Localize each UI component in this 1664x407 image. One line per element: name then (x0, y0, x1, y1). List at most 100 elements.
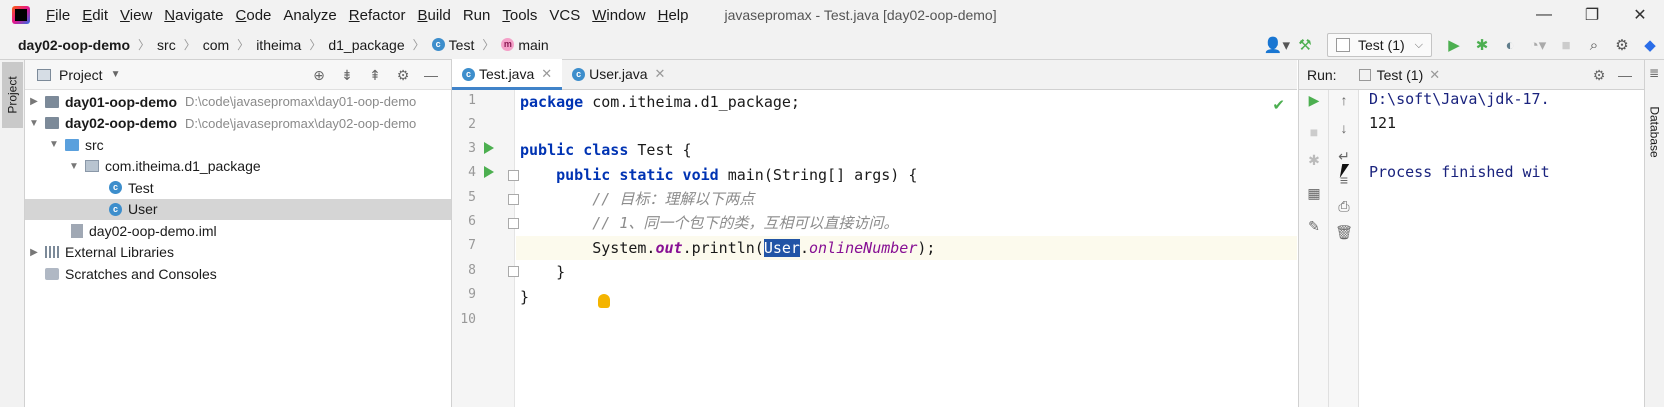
code-line: } (520, 263, 566, 281)
menu-navigate[interactable]: Navigate (158, 7, 229, 24)
tree-item-day02[interactable]: ▼ day02-oop-demo D:\code\javasepromax\da… (25, 113, 451, 135)
stop-icon[interactable]: ■ (1552, 31, 1580, 59)
tree-item-package[interactable]: ▼ com.itheima.d1_package (25, 156, 451, 178)
tree-item-scratches[interactable]: Scratches and Consoles (25, 263, 451, 285)
plugin-icon[interactable]: ◆ (1636, 31, 1664, 59)
menu-refactor[interactable]: Refactor (343, 7, 412, 24)
tab-test-java[interactable]: c Test.java ✕ (452, 59, 563, 90)
code-line: // 目标：理解以下两点 (520, 190, 755, 208)
chevron-down-icon[interactable]: ▼ (67, 161, 81, 172)
user-icon[interactable]: 👤▾ (1263, 31, 1291, 59)
tab-user-java[interactable]: c User.java ✕ (562, 59, 675, 89)
line-number: 10 (460, 312, 476, 327)
menu-help[interactable]: Help (652, 7, 695, 24)
menu-vcs[interactable]: VCS (543, 7, 586, 24)
menu-build[interactable]: Build (411, 7, 456, 24)
coverage-icon[interactable]: ◐ (1496, 31, 1524, 59)
menu-window[interactable]: Window (586, 7, 651, 24)
database-icon[interactable]: ≣ (1649, 66, 1659, 80)
method-icon: m (501, 38, 515, 51)
profile-icon[interactable]: ◔▾ (1524, 31, 1552, 59)
pin-icon[interactable]: ✎ (1299, 218, 1329, 235)
database-tool-tab[interactable]: Database (1645, 92, 1664, 172)
chevron-right-icon[interactable]: ▶ (27, 96, 41, 107)
debug-icon[interactable]: ✱ (1468, 31, 1496, 59)
menu-run[interactable]: Run (457, 7, 497, 24)
run-panel: Run: Test (1) ✕ ⚙ — ▶ ■ ✱ ▦ ✎ ↑ ↓ ↵ ≡ ⎙ … (1298, 60, 1644, 407)
run-gutter-icon[interactable] (484, 166, 494, 178)
run-tab[interactable]: Test (1) ✕ (1358, 66, 1440, 83)
tree-item-user[interactable]: c User (25, 198, 451, 220)
arrow-down-icon[interactable]: ↓ (1329, 120, 1359, 136)
chevron-right-icon: 〉 (138, 38, 151, 52)
tree-item-label: External Libraries (65, 244, 174, 261)
menu-analyze[interactable]: Analyze (277, 7, 342, 24)
menu-view[interactable]: View (114, 7, 158, 24)
restore-button[interactable]: ❐ (1568, 0, 1616, 30)
gear-icon[interactable]: ⚙ (389, 67, 417, 84)
breadcrumb-itheima[interactable]: itheima (254, 37, 304, 53)
run-configuration-select[interactable]: Test (1) ⌵ (1326, 33, 1432, 57)
menu-edit[interactable]: Edit (76, 7, 114, 24)
editor-tabs: c Test.java ✕ c User.java ✕ (452, 59, 1297, 90)
settings-icon[interactable]: ⚙ (1608, 31, 1636, 59)
breadcrumb-project[interactable]: day02-oop-demo (16, 37, 133, 53)
locate-icon[interactable]: ⊕ (305, 67, 333, 84)
search-icon[interactable]: ⌕ (1580, 31, 1608, 59)
project-tool-tab[interactable]: Project (2, 62, 23, 128)
tree-item-iml[interactable]: day02-oop-demo.iml (25, 220, 451, 242)
menu-code[interactable]: Code (230, 7, 278, 24)
breadcrumb-d1-package[interactable]: d1_package (326, 37, 407, 53)
hammer-icon[interactable]: ⚒ (1291, 31, 1319, 59)
chevron-down-icon[interactable]: ▼ (111, 69, 121, 80)
project-panel: Project ▼ ⊕ ⇟ ⇞ ⚙ — ▶ day01-oop-demo D:\… (25, 60, 452, 407)
collapse-all-icon[interactable]: ⇞ (361, 67, 389, 84)
debug-icon[interactable]: ✱ (1299, 152, 1329, 169)
run-gutter-icon[interactable] (484, 142, 494, 154)
print-icon[interactable]: ⎙ (1329, 198, 1359, 215)
chevron-down-icon[interactable]: ▼ (27, 118, 41, 129)
class-icon: c (109, 181, 122, 195)
breadcrumb-class[interactable]: c Test (430, 37, 478, 53)
soft-wrap-icon[interactable]: ↵ (1329, 148, 1359, 165)
breadcrumb-com[interactable]: com (201, 37, 232, 53)
rerun-icon[interactable]: ▶ (1299, 92, 1329, 109)
tree-item-src[interactable]: ▼ src (25, 134, 451, 156)
chevron-right-icon[interactable]: ▶ (27, 247, 41, 258)
layout-icon[interactable]: ▦ (1299, 185, 1329, 202)
tree-item-day01[interactable]: ▶ day01-oop-demo D:\code\javasepromax\da… (25, 91, 451, 113)
breadcrumb-method[interactable]: m main (499, 37, 551, 53)
hide-icon[interactable]: — (1612, 67, 1638, 83)
stop-icon[interactable]: ■ (1299, 124, 1329, 140)
left-tool-strip: Project (0, 60, 25, 407)
close-button[interactable]: ✕ (1616, 0, 1664, 30)
expand-all-icon[interactable]: ⇟ (333, 67, 361, 84)
arrow-up-icon[interactable]: ↑ (1329, 92, 1359, 108)
minimize-button[interactable]: — (1520, 0, 1568, 30)
tree-item-test[interactable]: c Test (25, 177, 451, 199)
console-output[interactable]: D:\soft\Java\jdk-17. 121 Process finishe… (1359, 90, 1645, 407)
close-icon[interactable]: ✕ (541, 66, 552, 82)
lightbulb-icon[interactable] (598, 294, 610, 308)
close-icon[interactable]: ✕ (655, 66, 666, 82)
chevron-down-icon[interactable]: ▼ (47, 139, 61, 150)
folder-icon (37, 68, 51, 81)
menu-tools[interactable]: Tools (496, 7, 543, 24)
run-tab-label: Test (1) (1376, 66, 1424, 83)
run-icon[interactable]: ▶ (1440, 31, 1468, 59)
editor-gutter[interactable]: 1 2 3 4 5 6 7 8 9 10 (452, 90, 519, 407)
project-panel-title[interactable]: Project (59, 67, 103, 83)
breadcrumb-class-label: Test (448, 36, 475, 53)
close-icon[interactable]: ✕ (1429, 67, 1440, 83)
code-editor[interactable]: package com.itheima.d1_package; public c… (516, 90, 1297, 407)
gear-icon[interactable]: ⚙ (1586, 67, 1612, 84)
breadcrumb-src[interactable]: src (155, 37, 179, 53)
console-line: 121 (1369, 114, 1397, 132)
run-header-tools: ⚙ — (1586, 60, 1638, 90)
right-tool-strip: ≣ Database (1644, 60, 1664, 407)
menu-file[interactable]: File (40, 7, 76, 24)
tree-item-external-libraries[interactable]: ▶ External Libraries (25, 242, 451, 264)
trash-icon[interactable]: 🗑 (1329, 224, 1359, 241)
no-problems-check-icon[interactable]: ✔ (1272, 96, 1285, 114)
hide-icon[interactable]: — (417, 67, 445, 83)
